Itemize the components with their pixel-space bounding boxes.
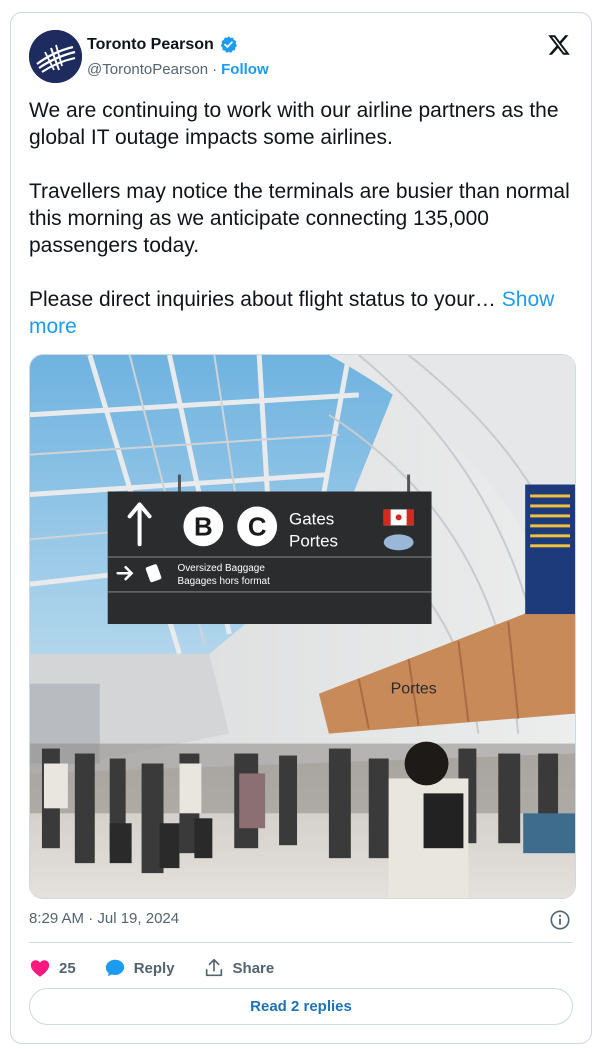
verified-badge-icon (220, 36, 237, 53)
author-name[interactable]: Toronto Pearson (87, 36, 214, 54)
airport-logo-icon (29, 30, 82, 83)
author-handle[interactable]: @TorontoPearson (87, 61, 208, 78)
sign-gate-b: B (194, 513, 213, 541)
share-label: Share (232, 959, 275, 977)
read-replies-button[interactable]: Read 2 replies (29, 988, 573, 1025)
x-logo-icon[interactable] (547, 33, 571, 57)
tweet-card: Toronto Pearson @TorontoPearson · Follow… (10, 12, 592, 1044)
tweet-paragraph-truncated: Please direct inquiries about flight sta… (29, 286, 575, 340)
like-count: 25 (59, 959, 76, 977)
sign-gates-fr: Portes (289, 531, 338, 550)
sign-gates-en: Gates (289, 509, 334, 528)
sign-gate-c: C (248, 513, 267, 541)
reply-button[interactable]: Reply (104, 957, 175, 979)
action-bar: 25 Reply Share (29, 955, 302, 981)
info-icon[interactable] (549, 909, 571, 931)
share-icon (205, 958, 222, 977)
divider (29, 942, 573, 943)
wall-sign-portes: Portes (391, 681, 437, 698)
tweet-paragraph: Please direct inquiries about flight sta… (29, 288, 496, 311)
follow-button[interactable]: Follow (221, 61, 269, 78)
timestamp[interactable]: 8:29 AM · Jul 19, 2024 (29, 910, 179, 927)
reply-bubble-icon (105, 959, 124, 977)
like-button[interactable]: 25 (29, 957, 76, 979)
tweet-paragraph: We are continuing to work with our airli… (29, 99, 559, 149)
tweet-paragraph: Travellers may notice the terminals are … (29, 180, 570, 257)
share-button[interactable]: Share (203, 957, 275, 979)
author-handle-row: @TorontoPearson · Follow (87, 61, 269, 78)
tweet-photo[interactable]: Portes B C Gates Portes Oversized Baggag… (29, 354, 576, 899)
avatar[interactable] (29, 30, 82, 83)
tweet-text: We are continuing to work with our airli… (29, 97, 575, 340)
author-name-row: Toronto Pearson (87, 35, 238, 54)
separator-dot: · (212, 61, 218, 78)
sign-baggage-fr: Bagages hors format (177, 576, 270, 587)
sign-baggage-en: Oversized Baggage (177, 563, 265, 574)
reply-label: Reply (133, 959, 175, 977)
globe-icon (383, 534, 414, 551)
heart-icon (30, 960, 50, 977)
